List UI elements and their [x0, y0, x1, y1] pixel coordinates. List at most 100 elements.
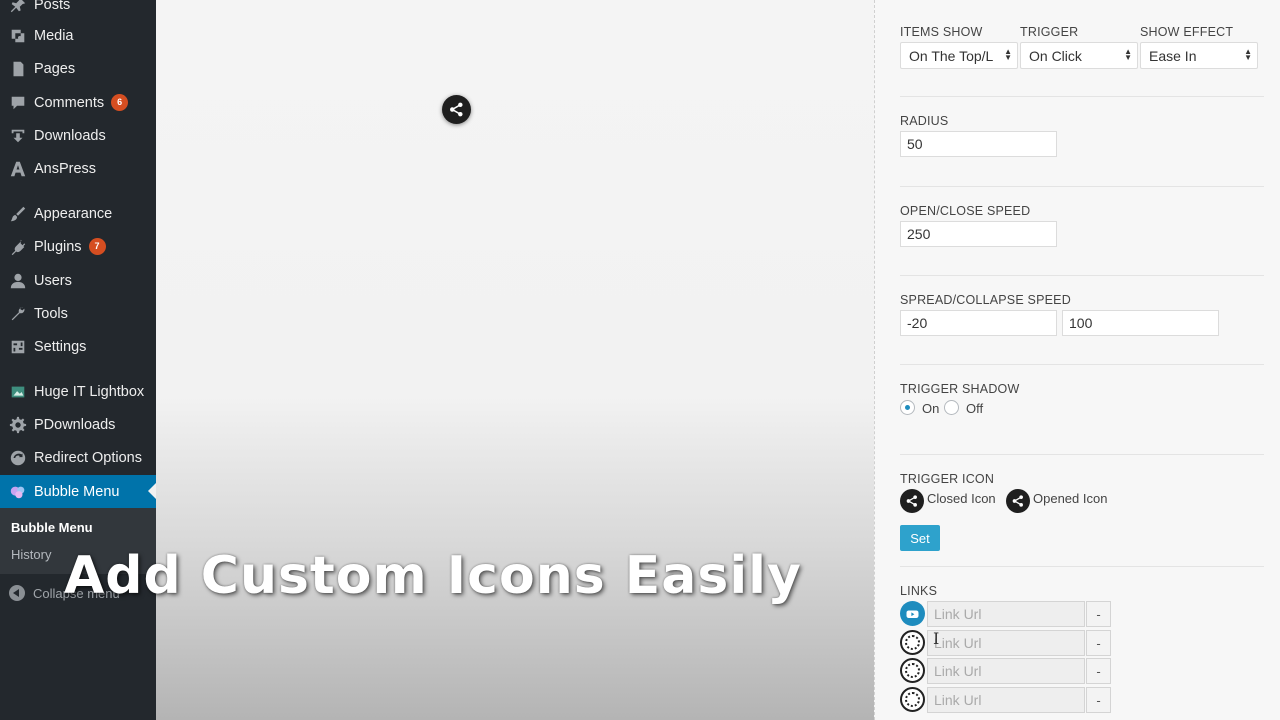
set-icon-button[interactable]: Set [900, 525, 940, 551]
show-effect-value: Ease In [1149, 47, 1197, 64]
opened-icon-label: Opened Icon [1033, 491, 1108, 506]
open-close-speed-label: OPEN/CLOSE SPEED [900, 204, 1031, 218]
collapse-arrow-icon [9, 585, 25, 601]
section-divider [900, 275, 1264, 276]
sidebar-item-huge-it-lightbox[interactable]: Huge IT Lightbox [0, 375, 156, 408]
link-url-input[interactable]: Link Url [927, 658, 1085, 684]
sidebar-item-label: Redirect Options [34, 449, 142, 466]
sidebar-item-comments[interactable]: Comments 6 [0, 86, 156, 119]
trigger-shadow-on-radio[interactable] [900, 400, 915, 415]
plugins-count-badge: 7 [88, 238, 106, 255]
section-divider [900, 186, 1264, 187]
radius-label: RADIUS [900, 114, 949, 128]
sidebar-item-pdownloads[interactable]: PDownloads [0, 408, 156, 441]
trigger-select[interactable]: On Click ▲ ▼ [1020, 42, 1138, 69]
sidebar-item-users[interactable]: Users [0, 264, 156, 297]
redirect-icon [0, 449, 34, 467]
select-arrows-icon: ▲ ▼ [1244, 47, 1252, 62]
section-divider [900, 454, 1264, 455]
open-close-speed-input[interactable]: 250 [900, 221, 1057, 247]
gear-icon [0, 416, 34, 434]
collapse-speed-input[interactable]: 100 [1062, 310, 1219, 336]
sidebar-item-anspress[interactable]: AnsPress [0, 152, 156, 185]
sidebar-item-plugins[interactable]: Plugins 7 [0, 230, 156, 263]
admin-sidebar: Posts Media Pages Comments 6 Downloads A… [0, 0, 156, 720]
sidebar-item-label: PDownloads [34, 416, 116, 433]
radius-input[interactable]: 50 [900, 131, 1057, 157]
empty-slot-icon[interactable] [900, 687, 925, 712]
pin-icon [0, 0, 34, 14]
brush-icon [0, 205, 34, 223]
bubble-icon [0, 483, 34, 501]
sidebar-item-settings[interactable]: Settings [0, 330, 156, 363]
sidebar-item-media[interactable]: Media [0, 19, 156, 52]
trigger-label: TRIGGER [1020, 25, 1079, 39]
trigger-shadow-off-label: Off [966, 401, 984, 416]
section-divider [900, 96, 1264, 97]
sidebar-item-label: Appearance [34, 205, 113, 222]
select-arrows-icon: ▲ ▼ [1004, 47, 1012, 62]
trigger-shadow-off-radio[interactable] [944, 400, 959, 415]
opened-icon-preview[interactable] [1006, 489, 1030, 513]
remove-link-button[interactable]: - [1086, 658, 1111, 684]
trigger-icon-label: TRIGGER ICON [900, 472, 995, 486]
trigger-shadow-label: TRIGGER SHADOW [900, 382, 1020, 396]
pages-icon [0, 60, 34, 78]
items-show-value: On The Top/L [909, 47, 994, 64]
empty-slot-icon[interactable] [900, 658, 925, 683]
sidebar-item-downloads[interactable]: Downloads [0, 119, 156, 152]
sidebar-item-label: Pages [34, 60, 76, 77]
plug-icon [0, 238, 34, 256]
share-icon [1012, 495, 1023, 507]
comments-count-badge: 6 [111, 94, 129, 111]
sidebar-item-label: Comments [34, 94, 105, 111]
link-url-input[interactable]: Link Url [927, 601, 1085, 627]
submenu-item-bubble-menu[interactable]: Bubble Menu [11, 520, 93, 535]
sidebar-item-redirect-options[interactable]: Redirect Options [0, 441, 156, 474]
sidebar-item-appearance[interactable]: Appearance [0, 197, 156, 230]
remove-link-button[interactable]: - [1086, 601, 1111, 627]
media-icon [0, 27, 34, 45]
sidebar-item-label: Users [34, 272, 72, 289]
youtube-icon[interactable] [900, 601, 925, 626]
spread-speed-input[interactable]: -20 [900, 310, 1057, 336]
bubble-preview-area [156, 0, 874, 720]
link-url-input[interactable]: Link Url [927, 630, 1085, 656]
video-caption: Add Custom Icons Easily [64, 546, 802, 606]
text-cursor-icon: I [933, 629, 940, 648]
share-icon [450, 102, 463, 117]
lightbox-icon [0, 383, 34, 401]
items-show-select[interactable]: On The Top/L ▲ ▼ [900, 42, 1018, 69]
sidebar-item-label: Downloads [34, 127, 106, 144]
remove-link-button[interactable]: - [1086, 630, 1111, 656]
youtube-glyph [906, 610, 919, 618]
download-icon [0, 127, 34, 145]
sidebar-item-label: Huge IT Lightbox [34, 383, 145, 400]
link-url-input[interactable]: Link Url [927, 687, 1085, 713]
spread-collapse-speed-label: SPREAD/COLLAPSE SPEED [900, 293, 1071, 307]
sidebar-item-label: Settings [34, 338, 87, 355]
sidebar-item-label: Posts [34, 0, 71, 13]
empty-slot-icon[interactable] [900, 630, 925, 655]
trigger-shadow-on-label: On [922, 401, 940, 416]
sidebar-item-tools[interactable]: Tools [0, 297, 156, 330]
bubble-trigger-button[interactable] [442, 95, 471, 124]
sidebar-item-bubble-menu[interactable]: Bubble Menu [0, 475, 156, 508]
sidebar-item-label: Bubble Menu [34, 483, 120, 500]
sidebar-item-posts[interactable]: Posts [0, 0, 156, 21]
links-label: LINKS [900, 584, 938, 598]
closed-icon-label: Closed Icon [927, 491, 996, 506]
closed-icon-preview[interactable] [900, 489, 924, 513]
letter-a-icon [0, 160, 34, 178]
section-divider [900, 364, 1264, 365]
remove-link-button[interactable]: - [1086, 687, 1111, 713]
comments-icon [0, 94, 34, 112]
show-effect-select[interactable]: Ease In ▲ ▼ [1140, 42, 1258, 69]
trigger-value: On Click [1029, 47, 1082, 64]
sidebar-item-pages[interactable]: Pages [0, 52, 156, 85]
sidebar-item-label: Media [34, 27, 74, 44]
select-arrows-icon: ▲ ▼ [1124, 47, 1132, 62]
section-divider [900, 566, 1264, 567]
submenu-item-history[interactable]: History [11, 547, 51, 562]
sidebar-item-label: Tools [34, 305, 68, 322]
